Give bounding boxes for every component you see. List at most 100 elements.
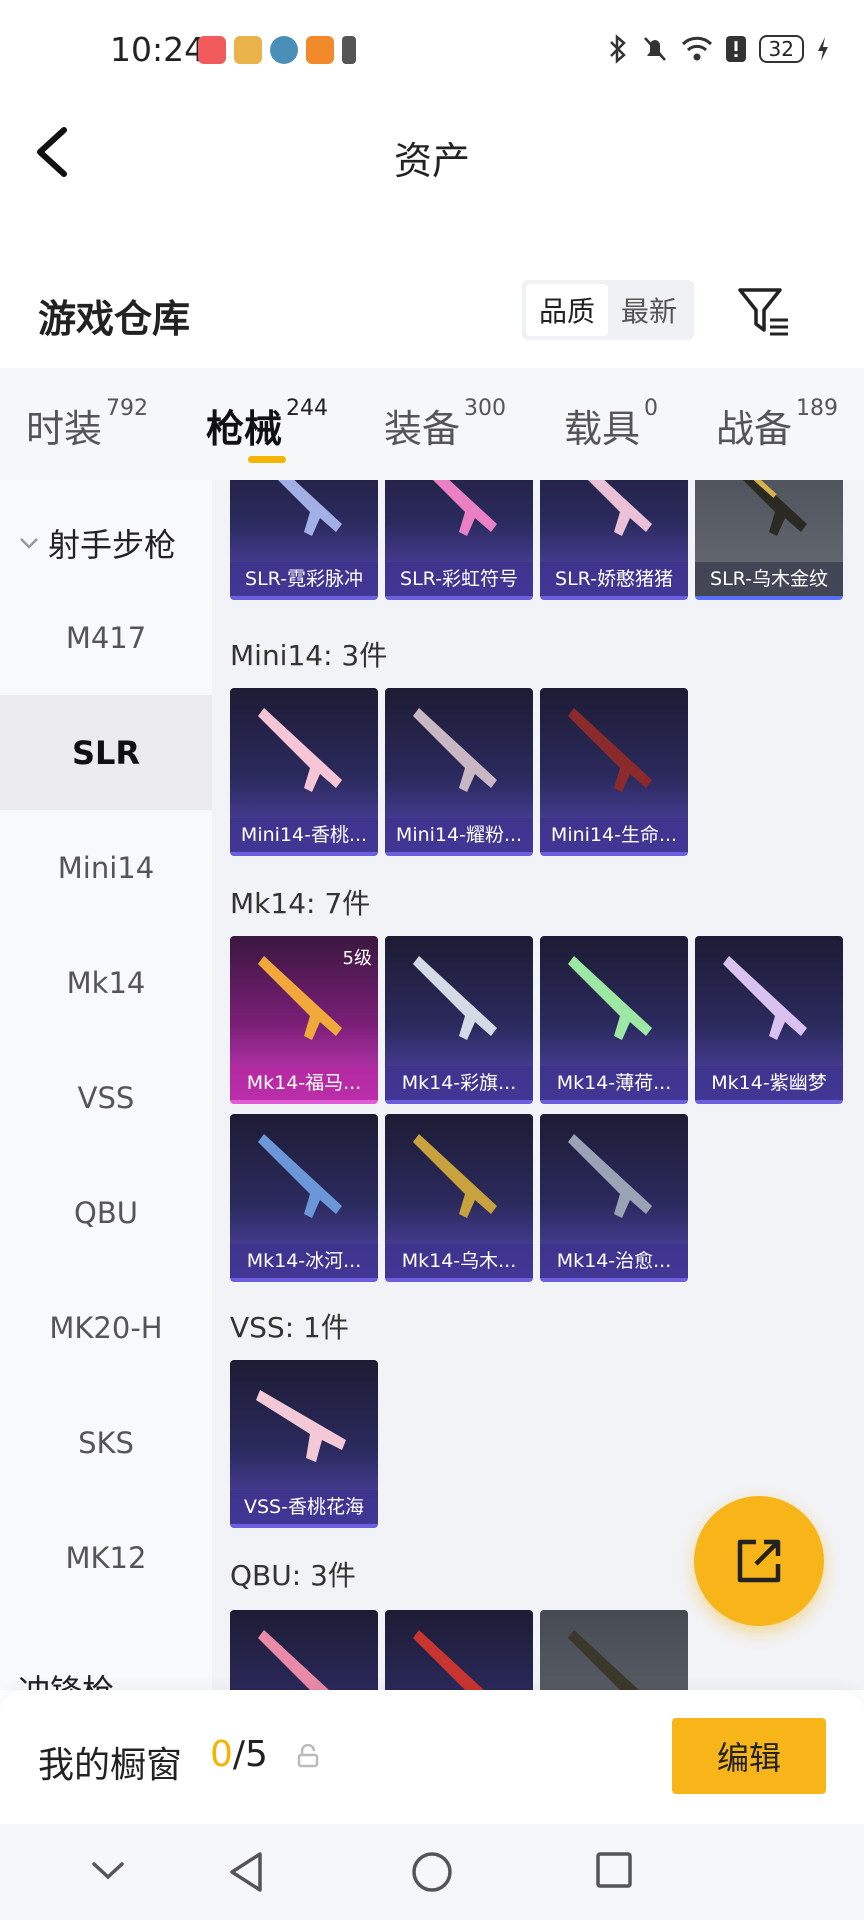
skin-card[interactable]: [385, 1610, 533, 1690]
sidebar-item-mk20h[interactable]: MK20-H: [0, 1270, 212, 1385]
sidebar-item-qbu[interactable]: QBU: [0, 1155, 212, 1270]
skin-card[interactable]: SLR-彩虹符号: [385, 480, 533, 600]
nav-back-icon[interactable]: [226, 1850, 266, 1894]
tab-weapons[interactable]: 枪械 244: [206, 396, 329, 453]
group-label-qbu: QBU: 3件: [230, 1559, 356, 1592]
sidebar-item-sks[interactable]: SKS: [0, 1385, 212, 1500]
skin-card[interactable]: Mini14-生命...: [540, 688, 688, 856]
level-badge: 5级: [342, 948, 372, 969]
sidebar-item-slr[interactable]: SLR: [0, 695, 212, 810]
tab-count: 300: [464, 396, 507, 421]
tab-label: 枪械: [206, 407, 283, 451]
sort-quality-button[interactable]: 品质: [526, 284, 608, 336]
status-time: 10:24: [110, 30, 206, 69]
skin-name: SLR-娇憨猪猪: [540, 562, 688, 596]
rifle-icon: [723, 956, 807, 1040]
skin-card[interactable]: Mk14-彩旗...: [385, 936, 533, 1104]
tab-equipment[interactable]: 装备 300: [384, 396, 507, 453]
skin-card[interactable]: SLR-娇憨猪猪: [540, 480, 688, 600]
share-button[interactable]: [694, 1496, 824, 1626]
sidebar-item-m417[interactable]: M417: [0, 580, 212, 695]
sidebar-item-mini14[interactable]: Mini14: [0, 810, 212, 925]
alert-icon: [725, 36, 746, 62]
skin-card[interactable]: [230, 1610, 378, 1690]
group-label-mini14: Mini14: 3件: [230, 639, 388, 672]
rifle-icon: [413, 1630, 484, 1690]
sidebar-item-mk14[interactable]: Mk14: [0, 925, 212, 1040]
rifle-icon: [413, 708, 497, 792]
rifle-icon: [278, 480, 342, 536]
rifle-icon: [588, 480, 652, 536]
notification-icons: [198, 36, 356, 64]
skin-name: Mk14-乌木...: [385, 1244, 533, 1278]
wifi-icon: [681, 36, 712, 61]
tab-supplies[interactable]: 战备 189: [716, 396, 839, 453]
skin-card[interactable]: [540, 1610, 688, 1690]
bluetooth-icon: [609, 34, 626, 64]
skin-card[interactable]: VSS-香桃花海: [230, 1360, 378, 1528]
app-notification-icon: [306, 36, 334, 64]
tab-count: 189: [796, 396, 839, 421]
skin-card[interactable]: 5级 Mk14-福马...: [230, 936, 378, 1104]
sidebar-item-vss[interactable]: VSS: [0, 1040, 212, 1155]
tab-count: 244: [286, 396, 329, 421]
mute-icon: [643, 37, 666, 61]
skin-name: Mk14-冰河...: [230, 1244, 378, 1278]
chevron-down-icon[interactable]: [88, 1850, 128, 1890]
section-title: 游戏仓库: [38, 297, 191, 341]
group-label-mk14: Mk14: 7件: [230, 887, 371, 920]
edit-button[interactable]: 编辑: [672, 1718, 826, 1794]
share-icon: [737, 1539, 781, 1583]
weapon-type-sidebar: 射手步枪 M417 SLR Mini14 Mk14 VSS QBU MK20-H…: [0, 480, 212, 1690]
skin-card[interactable]: Mini14-耀粉...: [385, 688, 533, 856]
skin-card[interactable]: SLR-乌木金纹: [695, 480, 843, 600]
skin-name: Mini14-生命...: [540, 818, 688, 852]
rifle-icon: [258, 1630, 329, 1690]
charging-icon: [818, 37, 828, 61]
showcase-count: 0/5: [210, 1734, 268, 1775]
skin-card[interactable]: Mk14-薄荷...: [540, 936, 688, 1104]
status-right: 32: [607, 34, 830, 64]
chevron-down-icon: [20, 538, 38, 549]
rifle-icon: [413, 1134, 497, 1218]
tab-fashion[interactable]: 时装 792: [26, 396, 148, 453]
skin-name: Mk14-紫幽梦: [695, 1066, 843, 1100]
app-notification-icon: [270, 36, 298, 64]
sidebar-group-smg[interactable]: 冲锋枪: [18, 1666, 114, 1690]
rifle-icon: [258, 708, 342, 792]
skin-card[interactable]: Mini14-香桃...: [230, 688, 378, 856]
nav-recents-icon[interactable]: [594, 1850, 634, 1890]
app-notification-icon: [198, 36, 226, 64]
tab-label: 时装: [26, 407, 103, 451]
sort-toggle: 品质 最新: [522, 280, 694, 340]
alert-icon: [342, 36, 356, 64]
app-root: 10:24 32 资产 游戏仓库 品质 最新 时装 792 枪械 244 装备 …: [0, 0, 864, 1920]
rifle-icon: [433, 480, 497, 536]
sort-newest-button[interactable]: 最新: [608, 284, 690, 336]
skin-name: Mk14-治愈...: [540, 1244, 688, 1278]
skin-name: SLR-霓彩脉冲: [230, 562, 378, 596]
skin-card[interactable]: Mk14-乌木...: [385, 1114, 533, 1282]
active-tab-indicator: [248, 456, 286, 463]
rifle-icon: [568, 1134, 652, 1218]
battery-icon: 32: [758, 35, 804, 63]
skin-card[interactable]: Mk14-治愈...: [540, 1114, 688, 1282]
skin-name: SLR-彩虹符号: [385, 562, 533, 596]
skin-name: VSS-香桃花海: [230, 1490, 378, 1524]
nav-home-icon[interactable]: [410, 1850, 454, 1894]
rifle-icon: [413, 956, 497, 1040]
rifle-icon: [568, 708, 652, 792]
showcase-label: 我的橱窗: [38, 1745, 183, 1786]
sidebar-item-mk12[interactable]: MK12: [0, 1500, 212, 1615]
skin-name: Mk14-薄荷...: [540, 1066, 688, 1100]
filter-icon[interactable]: [736, 284, 792, 340]
tab-vehicles[interactable]: 载具 0: [564, 396, 659, 453]
tab-count: 0: [644, 396, 659, 421]
skin-name: Mk14-彩旗...: [385, 1066, 533, 1100]
skin-card[interactable]: Mk14-冰河...: [230, 1114, 378, 1282]
rifle-icon: [568, 956, 652, 1040]
skin-card[interactable]: Mk14-紫幽梦: [695, 936, 843, 1104]
skin-card[interactable]: SLR-霓彩脉冲: [230, 480, 378, 600]
tab-label: 载具: [564, 407, 641, 451]
sidebar-group-marksman[interactable]: 射手步枪: [18, 520, 176, 566]
